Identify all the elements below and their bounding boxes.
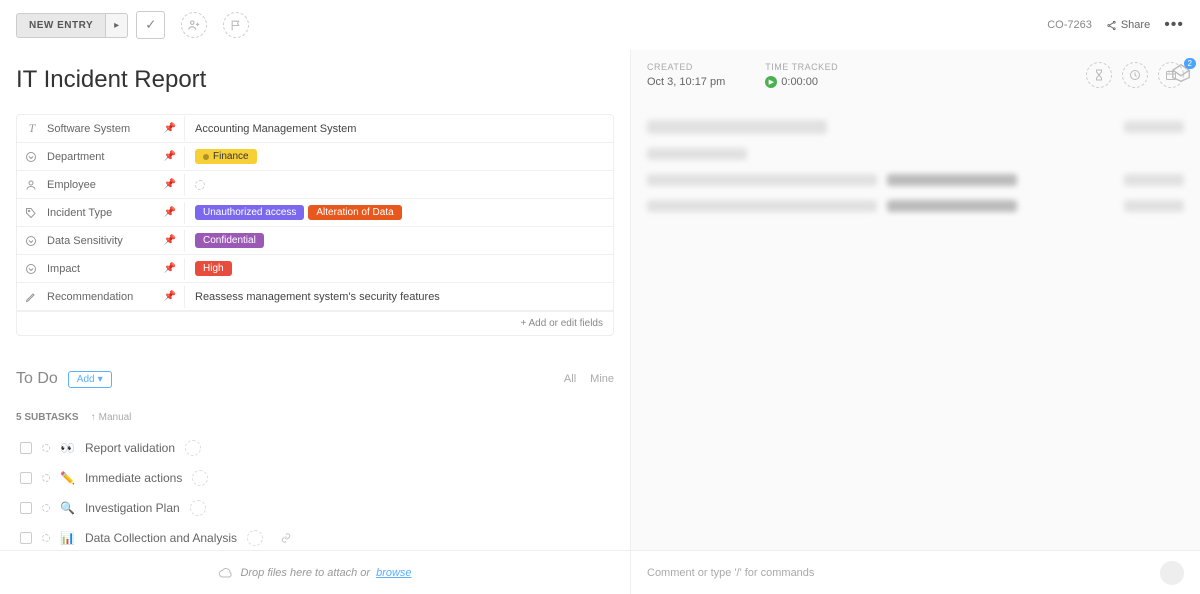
status-icon[interactable]	[42, 474, 50, 482]
subtask-assign-icon[interactable]	[247, 530, 263, 546]
field-row[interactable]: Employee📌	[17, 171, 613, 199]
todo-add-button[interactable]: Add ▾	[68, 371, 112, 388]
tag[interactable]: Unauthorized access	[195, 205, 304, 220]
estimate-icon[interactable]	[1086, 62, 1112, 88]
cloud-icon	[218, 565, 234, 581]
field-value[interactable]: Reassess management system's security fe…	[185, 288, 613, 306]
notifications-button[interactable]: 2	[1170, 62, 1192, 84]
field-row[interactable]: TSoftware System📌Accounting Management S…	[17, 115, 613, 143]
field-row[interactable]: Department📌 Finance	[17, 143, 613, 171]
subtask-checkbox[interactable]	[20, 472, 32, 484]
new-entry-button[interactable]: NEW ENTRY	[16, 13, 106, 38]
subtask-checkbox[interactable]	[20, 502, 32, 514]
subtask-assign-icon[interactable]	[192, 470, 208, 486]
pin-icon[interactable]: 📌	[164, 235, 176, 246]
field-row[interactable]: Data Sensitivity📌 Confidential	[17, 227, 613, 255]
new-entry-dropdown[interactable]: ▸	[106, 13, 128, 38]
activity-feed-blurred	[647, 120, 1184, 212]
field-row[interactable]: Impact📌 High	[17, 255, 613, 283]
add-edit-fields-link[interactable]: + Add or edit fields	[17, 311, 613, 335]
created-value: Oct 3, 10:17 pm	[647, 76, 725, 88]
filter-all[interactable]: All	[564, 373, 576, 385]
tag[interactable]: Finance	[195, 149, 257, 164]
page-title: IT Incident Report	[16, 66, 614, 94]
play-icon[interactable]: ▶	[765, 76, 777, 88]
field-row[interactable]: Incident Type📌 Unauthorized access Alterat…	[17, 199, 613, 227]
sort-toggle[interactable]: ↑ Manual	[91, 412, 132, 423]
field-row[interactable]: Recommendation📌Reassess management syste…	[17, 283, 613, 311]
comment-input[interactable]: Comment or type '/' for commands	[647, 567, 814, 579]
time-tracked-label: TIME TRACKED	[765, 62, 838, 72]
field-value[interactable]	[185, 177, 613, 193]
share-button[interactable]: Share	[1106, 19, 1150, 31]
subtask-name: Immediate actions	[85, 471, 182, 485]
subtask-assign-icon[interactable]	[190, 500, 206, 516]
status-icon[interactable]	[42, 534, 50, 542]
subtask-row[interactable]: ✏️ Immediate actions	[16, 463, 614, 493]
pin-icon[interactable]: 📌	[164, 291, 176, 302]
share-label: Share	[1121, 19, 1150, 31]
status-icon[interactable]	[42, 504, 50, 512]
flag-icon[interactable]	[223, 12, 249, 38]
tag[interactable]: High	[195, 261, 232, 276]
subtask-emoji: 📊	[60, 531, 75, 545]
field-value[interactable]: Confidential	[185, 230, 613, 251]
field-value[interactable]: Accounting Management System	[185, 120, 613, 138]
todo-heading: To Do	[16, 370, 58, 388]
task-id: CO-7263	[1047, 19, 1092, 31]
pin-icon[interactable]: 📌	[164, 151, 176, 162]
pin-icon[interactable]: 📌	[164, 123, 176, 134]
time-tracked-value: 0:00:00	[781, 76, 818, 88]
field-label: Incident Type📌	[17, 202, 185, 224]
subtask-emoji: ✏️	[60, 471, 75, 485]
subtask-row[interactable]: 👀 Report validation	[16, 433, 614, 463]
subtasks-count: 5 SUBTASKS	[16, 412, 79, 423]
subtask-emoji: 🔍	[60, 501, 75, 515]
created-label: CREATED	[647, 62, 725, 72]
mark-complete-button[interactable]: ✓	[136, 11, 165, 39]
drop-text: Drop files here to attach or	[240, 567, 370, 579]
subtask-emoji: 👀	[60, 441, 75, 455]
subtask-name: Report validation	[85, 441, 175, 455]
status-icon[interactable]	[42, 444, 50, 452]
field-label: Data Sensitivity📌	[17, 230, 185, 252]
tag[interactable]: Confidential	[195, 233, 264, 248]
field-value[interactable]: Finance	[185, 146, 613, 167]
attachment-dropzone[interactable]: Drop files here to attach or browse	[0, 551, 630, 594]
field-label: Department📌	[17, 146, 185, 168]
subtask-name: Investigation Plan	[85, 501, 180, 515]
subtask-checkbox[interactable]	[20, 532, 32, 544]
link-icon	[281, 533, 291, 543]
field-value[interactable]: High	[185, 258, 613, 279]
filter-mine[interactable]: Mine	[590, 373, 614, 385]
pin-icon[interactable]: 📌	[164, 179, 176, 190]
pin-icon[interactable]: 📌	[164, 207, 176, 218]
subtask-name: Data Collection and Analysis	[85, 531, 237, 545]
notif-count: 2	[1184, 58, 1196, 69]
field-label: TSoftware System📌	[17, 116, 185, 141]
subtask-checkbox[interactable]	[20, 442, 32, 454]
field-label: Recommendation📌	[17, 286, 185, 308]
browse-link[interactable]: browse	[376, 567, 411, 579]
more-options-button[interactable]: •••	[1164, 16, 1184, 34]
field-value[interactable]: Unauthorized access Alteration of Data	[185, 202, 613, 223]
tag[interactable]: Alteration of Data	[308, 205, 401, 220]
field-label: Employee📌	[17, 174, 185, 196]
subtask-row[interactable]: 🔍 Investigation Plan	[16, 493, 614, 523]
field-label: Impact📌	[17, 258, 185, 280]
assignee-add-icon[interactable]	[181, 12, 207, 38]
subtask-row[interactable]: 📊 Data Collection and Analysis	[16, 523, 614, 550]
pin-icon[interactable]: 📌	[164, 263, 176, 274]
custom-fields-table: TSoftware System📌Accounting Management S…	[16, 114, 614, 336]
send-comment-button[interactable]	[1160, 561, 1184, 585]
sprint-icon[interactable]	[1122, 62, 1148, 88]
subtask-assign-icon[interactable]	[185, 440, 201, 456]
